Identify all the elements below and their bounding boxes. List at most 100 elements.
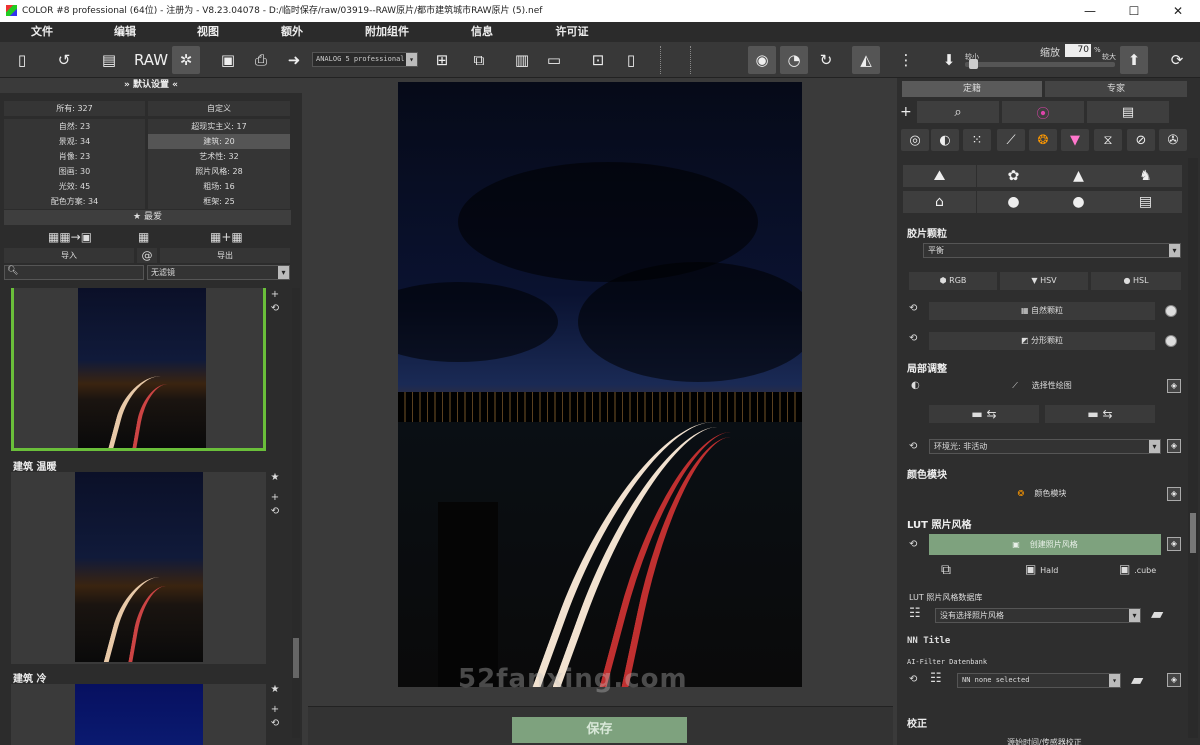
new-doc-icon[interactable]: ▯ [8,46,36,74]
menu-license[interactable]: 许可证 [532,22,612,42]
menu-edit[interactable]: 编辑 [85,22,165,42]
scrollbar[interactable] [292,288,300,738]
menu-extra[interactable]: 额外 [252,22,332,42]
save-icon[interactable]: ▣ [214,46,242,74]
clipboard-icon[interactable]: ▤ [1087,101,1169,123]
search-icon[interactable]: ⌕ [917,101,999,123]
crop-icon[interactable]: ⊡ [584,46,612,74]
list-icon[interactable]: ☷ [930,671,942,686]
layout-icon[interactable]: ⊞ [428,46,456,74]
compare-icon[interactable]: ⧉ [941,562,951,578]
category-item[interactable]: 景观: 34 [4,134,145,149]
import-button[interactable]: 导入 [4,248,134,263]
category-item[interactable]: 肖像: 23 [4,149,145,164]
rotate-icon[interactable]: ⟳ [1163,46,1191,74]
panel-header[interactable]: » 默认设置 « [0,78,302,93]
create-style-button[interactable]: ▣ 创建照片风格 [929,534,1161,555]
tab-expert[interactable]: 专家 [1045,81,1187,97]
sync-icon[interactable]: ⟲ [909,674,917,685]
preview-eye-icon[interactable]: ◉ [748,46,776,74]
settings-icon[interactable]: ◈ [1167,439,1181,453]
lens-icon[interactable]: ◎ [901,129,929,151]
color-wheel-icon[interactable]: ❂ [1029,129,1057,151]
tab-basic[interactable]: 定籍 [902,81,1042,97]
menu-view[interactable]: 视图 [168,22,248,42]
clock-eye-icon[interactable]: ◔ [780,46,808,74]
look-select[interactable]: ANALOG 5 professional ▾ [312,52,418,67]
search-input[interactable]: 🔍︎ [4,265,144,280]
settings-icon[interactable]: ◈ [1167,487,1181,501]
category-item[interactable]: 艺术性: 32 [148,149,290,164]
step-icon[interactable]: ⋮ [892,46,920,74]
effects-icon[interactable]: ✲ [172,46,200,74]
add-icon[interactable]: + [900,104,912,120]
filter-select[interactable]: 无滤镜 ▾ [147,265,290,280]
favorites-button[interactable]: ★ 最爱 [4,210,291,225]
sync-icon[interactable]: ⟲ [909,441,917,452]
fractal-grain-button[interactable]: ◩ 分形颗粒 [929,332,1155,350]
list-icon[interactable]: ☷ [909,606,921,621]
gamut-icon[interactable]: ▼ [1061,129,1089,151]
vignette-select[interactable]: 环境光: 非活动 ▾ [929,439,1161,454]
export-button[interactable]: 导出 [160,248,290,263]
category-item[interactable]: 图画: 30 [4,164,145,179]
person-icon[interactable]: ● [1042,191,1115,213]
scrollbar[interactable] [1188,158,1198,738]
natural-grain-button[interactable]: ▦ 自然颗粒 [929,302,1155,320]
settings-icon[interactable]: ◈ [1167,673,1181,687]
color-circles-icon[interactable]: ⦿ [1002,101,1084,123]
landscape-icon[interactable]: ⛰ [903,165,976,187]
cube-button[interactable]: ▣ .cube [1119,562,1156,576]
hsv-button[interactable]: ▼ HSV [1000,272,1088,290]
gradient-button[interactable]: ▬ ⇆ [1045,405,1155,423]
half-circle-icon[interactable]: ◐ [931,129,959,151]
hsl-button[interactable]: ● HSL [1091,272,1181,290]
category-item[interactable]: 配色方案: 34 [4,194,145,209]
color-module-button[interactable]: ❂ 颜色模块 [929,485,1155,503]
category-item[interactable]: 照片风格: 28 [148,164,290,179]
category-item[interactable]: 自然: 23 [4,119,145,134]
category-item-selected[interactable]: 建筑: 20 [148,134,290,149]
phone-icon[interactable]: ▯ [617,46,645,74]
split-view-icon[interactable]: ◭ [852,46,880,74]
preset-thumb[interactable] [11,472,266,664]
grain-preset-select[interactable]: 平衡 ▾ [923,243,1181,258]
category-custom[interactable]: 自定义 [148,101,290,116]
arrow-down-icon[interactable]: ⬇ [935,46,963,74]
layers-icon[interactable]: ⧉ [465,46,493,74]
reset-icon[interactable]: ↺ [50,46,78,74]
toggle-icon[interactable] [1165,335,1177,347]
menu-file[interactable]: 文件 [2,22,82,42]
toggle-icon[interactable] [1165,305,1177,317]
star-icon[interactable]: ★ [268,471,282,485]
nn-select[interactable]: NN none selected ▾ [957,673,1121,688]
add-icon[interactable]: + [268,703,282,717]
rgb-button[interactable]: ⬢ RGB [909,272,997,290]
preset-thumb[interactable] [11,684,266,745]
bus-icon[interactable]: ▭ [540,46,568,74]
sync-icon[interactable]: ⟲ [268,505,282,519]
aperture-icon[interactable]: ✇ [1159,129,1187,151]
mountain-icon[interactable]: ▲ [1042,165,1115,187]
style-select[interactable]: 没有选择照片风格 ▾ [935,608,1141,623]
document-icon[interactable]: ▥ [508,46,536,74]
add-icon[interactable]: + [268,491,282,505]
minimize-button[interactable]: — [1068,0,1112,22]
settings-icon[interactable]: ◈ [1167,379,1181,393]
grid-icon[interactable]: ▦ [138,230,149,244]
zoom-input[interactable]: 70 [1065,44,1091,57]
raw-icon[interactable]: RAW [134,46,168,74]
redo-icon[interactable]: ↻ [812,46,840,74]
grain-icon[interactable]: ⁙ [963,129,991,151]
star-icon[interactable]: ★ [268,683,282,697]
category-item[interactable]: 超现实主义: 17 [148,119,290,134]
sync-icon[interactable]: ⟲ [909,539,917,550]
category-item[interactable]: 框架: 25 [148,194,290,209]
preset-thumb-selected[interactable] [11,288,266,451]
menu-info[interactable]: 信息 [442,22,522,42]
network-icon[interactable]: ⧖ [1094,129,1122,151]
sync-icon[interactable]: ⟲ [909,333,917,344]
scrollbar-thumb[interactable] [293,638,299,678]
selective-paint-button[interactable]: ⟋ 选择性绘图 [929,377,1155,395]
upload-icon[interactable]: ⬆ [1120,46,1148,74]
